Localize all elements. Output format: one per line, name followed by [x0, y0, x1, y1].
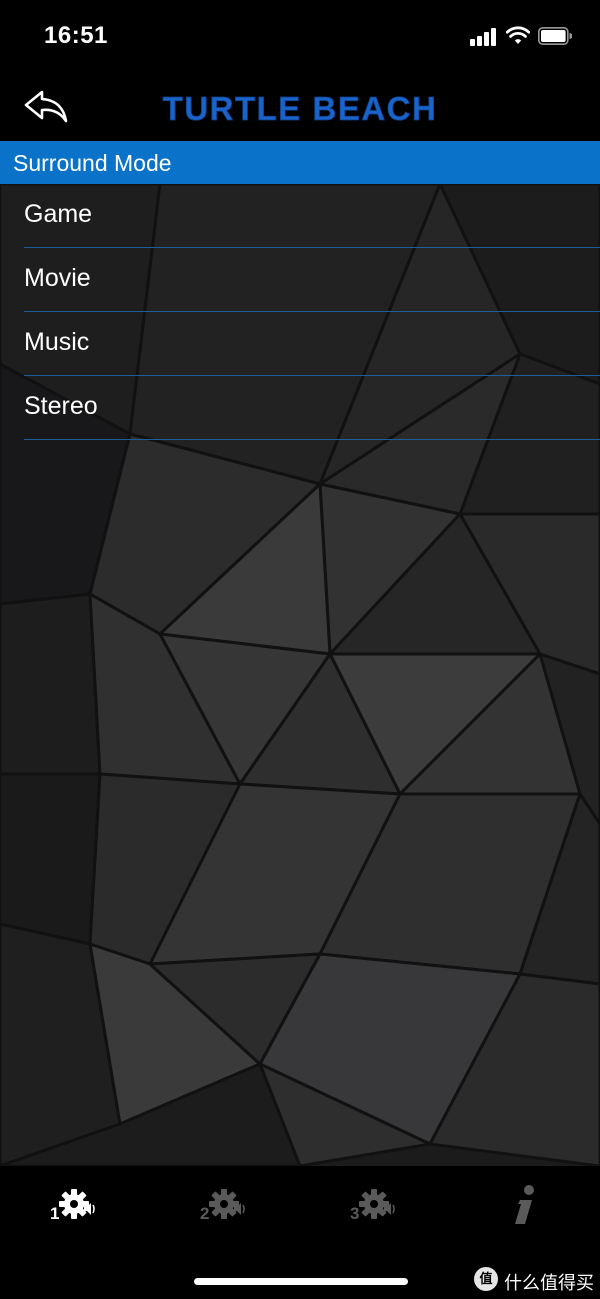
wifi-icon [506, 26, 530, 44]
cellular-signal-icon [470, 28, 498, 46]
gear-speaker-icon [209, 1189, 245, 1219]
mode-item-game[interactable]: Game [24, 184, 600, 248]
info-icon [515, 1185, 534, 1224]
gear-speaker-icon [359, 1189, 395, 1219]
mode-item-movie[interactable]: Movie [24, 248, 600, 312]
turtle-beach-logo: TURTLE BEACH [162, 90, 438, 128]
mode-item-label: Movie [24, 264, 91, 292]
gear-speaker-icon [59, 1189, 95, 1219]
tab-preset-2[interactable]: 2 [200, 1182, 260, 1232]
status-bar: 16:51 [0, 0, 600, 72]
mode-item-music[interactable]: Music [24, 312, 600, 376]
tab-preset-3[interactable]: 3 [350, 1182, 410, 1232]
battery-icon [538, 27, 572, 45]
mode-item-stereo[interactable]: Stereo [24, 376, 600, 440]
section-header: Surround Mode [0, 141, 600, 184]
mode-item-label: Stereo [24, 392, 98, 420]
mode-item-label: Music [24, 328, 90, 356]
svg-text:TURTLE BEACH: TURTLE BEACH [163, 90, 438, 127]
home-indicator [194, 1278, 408, 1285]
tab-info[interactable] [500, 1182, 560, 1232]
tab-preset-1[interactable]: 1 [50, 1182, 110, 1232]
mode-item-label: Game [24, 200, 93, 228]
status-time: 16:51 [44, 22, 108, 49]
app-header: TURTLE BEACH [0, 72, 600, 140]
section-title: Surround Mode [13, 150, 172, 176]
watermark-badge: 值 [474, 1267, 498, 1291]
back-button[interactable] [22, 86, 70, 126]
surround-mode-list: Game Movie Music Stereo [0, 184, 600, 440]
watermark-text: 什么值得买 [504, 1273, 594, 1293]
